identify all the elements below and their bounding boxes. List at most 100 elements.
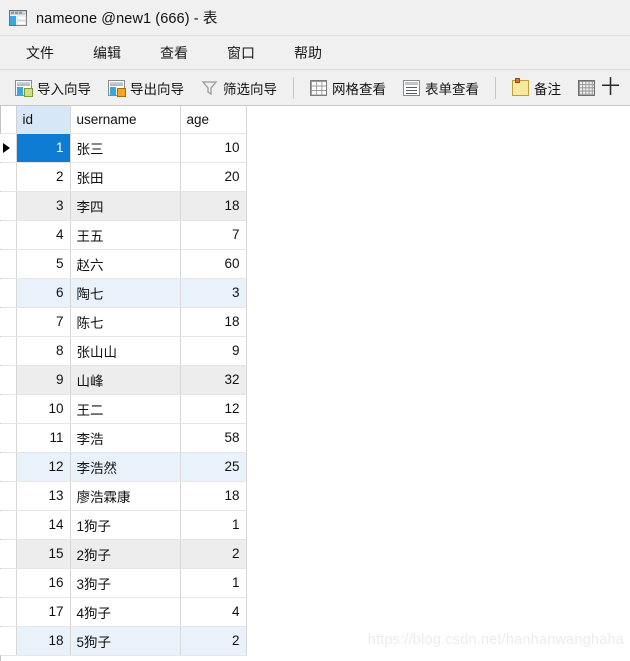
- table-row[interactable]: 8 张山山 9: [0, 336, 247, 366]
- cell-id[interactable]: 3: [16, 191, 71, 221]
- cell-username[interactable]: 张三: [70, 133, 181, 163]
- column-header-username[interactable]: username: [70, 106, 181, 134]
- cell-id[interactable]: 16: [16, 568, 71, 598]
- cell-username[interactable]: 李四: [70, 191, 181, 221]
- memo-label: 备注: [534, 81, 561, 97]
- filter-wizard-button[interactable]: 筛选向导: [194, 73, 284, 103]
- cell-username[interactable]: 3狗子: [70, 568, 181, 598]
- toolbar-separator-1: [293, 76, 294, 99]
- table-editor-window: nameone @new1 (666) - 表 文件 编辑 查看 窗口 帮助 导…: [0, 0, 630, 661]
- column-header-id[interactable]: id: [16, 106, 71, 134]
- cell-id[interactable]: 5: [16, 249, 71, 279]
- import-wizard-button[interactable]: 导入向导: [8, 73, 98, 103]
- cell-username[interactable]: 陈七: [70, 307, 181, 337]
- cell-age[interactable]: 12: [180, 394, 247, 424]
- cell-username[interactable]: 1狗子: [70, 510, 181, 540]
- table-row[interactable]: 7 陈七 18: [0, 307, 247, 337]
- cell-id[interactable]: 6: [16, 278, 71, 308]
- table-row[interactable]: 16 3狗子 1: [0, 568, 247, 598]
- table-row[interactable]: 10 王二 12: [0, 394, 247, 424]
- cell-age[interactable]: 18: [180, 191, 247, 221]
- table-row[interactable]: 13 廖浩霖康 18: [0, 481, 247, 511]
- table-row[interactable]: 3 李四 18: [0, 191, 247, 221]
- cell-username[interactable]: 陶七: [70, 278, 181, 308]
- export-wizard-icon: [108, 79, 126, 97]
- table-row[interactable]: 9 山峰 32: [0, 365, 247, 395]
- cell-age[interactable]: 7: [180, 220, 247, 250]
- cell-age[interactable]: 60: [180, 249, 247, 279]
- cell-id[interactable]: 1: [16, 133, 71, 163]
- grid-view-button[interactable]: 网格查看: [303, 73, 393, 103]
- memo-button[interactable]: 备注: [505, 73, 568, 103]
- menu-file[interactable]: 文件: [16, 40, 64, 66]
- cell-id[interactable]: 17: [16, 597, 71, 627]
- cell-age[interactable]: 9: [180, 336, 247, 366]
- table-row[interactable]: 15 2狗子 2: [0, 539, 247, 569]
- cell-username[interactable]: 廖浩霖康: [70, 481, 181, 511]
- toolbar: 导入向导 导出向导 筛选向导 网格查看 表单查看 备注 十: [0, 70, 630, 106]
- menu-view[interactable]: 查看: [150, 40, 198, 66]
- cell-age[interactable]: 2: [180, 626, 247, 656]
- menu-edit[interactable]: 编辑: [83, 40, 131, 66]
- cell-id[interactable]: 15: [16, 539, 71, 569]
- cell-id[interactable]: 14: [16, 510, 71, 540]
- cell-age[interactable]: 18: [180, 307, 247, 337]
- cell-id[interactable]: 7: [16, 307, 71, 337]
- cell-username[interactable]: 2狗子: [70, 539, 181, 569]
- cell-username[interactable]: 4狗子: [70, 597, 181, 627]
- table-row[interactable]: 12 李浩然 25: [0, 452, 247, 482]
- cell-id[interactable]: 13: [16, 481, 71, 511]
- cell-username[interactable]: 5狗子: [70, 626, 181, 656]
- add-record-button[interactable]: 十: [571, 73, 627, 103]
- row-indicator: [0, 394, 17, 424]
- cell-id[interactable]: 12: [16, 452, 71, 482]
- table-row[interactable]: 14 1狗子 1: [0, 510, 247, 540]
- cell-age[interactable]: 3: [180, 278, 247, 308]
- menu-help[interactable]: 帮助: [284, 40, 332, 66]
- cell-id[interactable]: 11: [16, 423, 71, 453]
- cell-id[interactable]: 4: [16, 220, 71, 250]
- row-indicator: [0, 510, 17, 540]
- cell-username[interactable]: 张山山: [70, 336, 181, 366]
- form-view-label: 表单查看: [425, 81, 479, 97]
- export-wizard-button[interactable]: 导出向导: [101, 73, 191, 103]
- form-view-button[interactable]: 表单查看: [396, 73, 486, 103]
- cell-age[interactable]: 58: [180, 423, 247, 453]
- table-row[interactable]: 4 王五 7: [0, 220, 247, 250]
- cell-id[interactable]: 10: [16, 394, 71, 424]
- column-header-age[interactable]: age: [180, 106, 247, 134]
- table-row[interactable]: 1 张三 10: [0, 133, 247, 163]
- table-row[interactable]: 11 李浩 58: [0, 423, 247, 453]
- row-indicator: [0, 133, 17, 163]
- table-row[interactable]: 2 张田 20: [0, 162, 247, 192]
- cell-age[interactable]: 18: [180, 481, 247, 511]
- cell-username[interactable]: 张田: [70, 162, 181, 192]
- cell-id[interactable]: 18: [16, 626, 71, 656]
- cell-age[interactable]: 2: [180, 539, 247, 569]
- cell-id[interactable]: 9: [16, 365, 71, 395]
- cell-age[interactable]: 10: [180, 133, 247, 163]
- cell-username[interactable]: 赵六: [70, 249, 181, 279]
- cell-age[interactable]: 4: [180, 597, 247, 627]
- cell-age[interactable]: 1: [180, 510, 247, 540]
- cell-age[interactable]: 20: [180, 162, 247, 192]
- menu-window[interactable]: 窗口: [217, 40, 265, 66]
- cell-username[interactable]: 山峰: [70, 365, 181, 395]
- table-row[interactable]: 17 4狗子 4: [0, 597, 247, 627]
- cell-age[interactable]: 32: [180, 365, 247, 395]
- table-row[interactable]: 6 陶七 3: [0, 278, 247, 308]
- cell-username[interactable]: 李浩然: [70, 452, 181, 482]
- table-row[interactable]: 18 5狗子 2: [0, 626, 247, 656]
- cell-age[interactable]: 1: [180, 568, 247, 598]
- cell-username[interactable]: 王二: [70, 394, 181, 424]
- cell-id[interactable]: 2: [16, 162, 71, 192]
- cell-id[interactable]: 8: [16, 336, 71, 366]
- grid-view-label: 网格查看: [332, 81, 386, 97]
- table-row[interactable]: 5 赵六 60: [0, 249, 247, 279]
- cell-age[interactable]: 25: [180, 452, 247, 482]
- cell-username[interactable]: 王五: [70, 220, 181, 250]
- memo-icon: [512, 77, 529, 96]
- data-grid-area: id username age 1 张三 10 2 张田 20 3 李四 18 …: [0, 106, 630, 661]
- title-bar: nameone @new1 (666) - 表: [0, 0, 630, 36]
- cell-username[interactable]: 李浩: [70, 423, 181, 453]
